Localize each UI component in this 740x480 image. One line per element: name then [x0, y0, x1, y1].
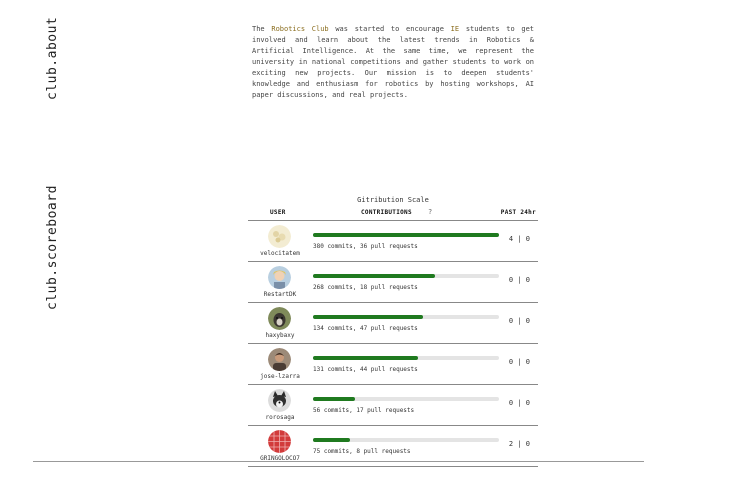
past-24hr-value: 0 | 0 — [508, 276, 530, 284]
contribution-bar — [313, 274, 499, 278]
about-paragraph: The Robotics Club was started to encoura… — [252, 24, 534, 101]
past-24hr-value: 2 | 0 — [508, 440, 530, 448]
husky-photo-avatar-icon — [268, 389, 291, 412]
avatar[interactable] — [268, 348, 291, 371]
ie-highlight: IE — [450, 25, 460, 33]
header-past-24hr: PAST 24hr — [500, 209, 536, 216]
contribution-bar-fill — [313, 438, 351, 442]
username[interactable]: RestartDK — [248, 291, 312, 298]
scoreboard-header: USER CONTRIBUTIONS ? PAST 24hr — [248, 207, 538, 221]
contribution-bar — [313, 233, 499, 237]
contribution-bar-fill — [313, 315, 423, 319]
contribution-stats: 380 commits, 36 pull requests — [313, 243, 418, 250]
past-24hr-value: 0 | 0 — [508, 317, 530, 325]
dog-photo-avatar-icon — [268, 307, 291, 330]
contribution-stats: 268 commits, 18 pull requests — [313, 284, 418, 291]
contribution-bar — [313, 438, 499, 442]
scoreboard-title: Gitribution Scale — [357, 196, 429, 204]
club-name: Robotics Club — [271, 25, 329, 33]
contribution-bar-fill — [313, 356, 419, 360]
avatar[interactable] — [268, 266, 291, 289]
red-pattern-avatar-icon — [268, 430, 291, 453]
table-row: jose-lzarra 131 commits, 44 pull request… — [248, 344, 538, 385]
avatar[interactable] — [268, 389, 291, 412]
past-24hr-value: 0 | 0 — [508, 399, 530, 407]
contribution-bar-fill — [313, 233, 499, 237]
avatar[interactable] — [268, 225, 291, 248]
about-text-middle: was started to encourage — [328, 25, 451, 33]
contribution-stats: 56 commits, 17 pull requests — [313, 407, 415, 414]
avatar[interactable] — [268, 430, 291, 453]
cartoon-blonde-avatar-icon — [268, 266, 291, 289]
light-pattern-avatar-icon — [268, 225, 291, 248]
table-row: RestartDK 268 commits, 18 pull requests … — [248, 262, 538, 303]
about-text-end: students to get involved and learn about… — [252, 25, 535, 99]
contribution-bar-fill — [313, 397, 355, 401]
contribution-stats: 134 commits, 47 pull requests — [313, 325, 418, 332]
avatar[interactable] — [268, 307, 291, 330]
contribution-bar-fill — [313, 274, 435, 278]
table-row: rorosaga 56 commits, 17 pull requests 0 … — [248, 385, 538, 426]
club-about-label: club.about — [45, 16, 60, 100]
table-row: velocitatem 380 commits, 36 pull request… — [248, 221, 538, 262]
username[interactable]: velocitatem — [248, 250, 312, 257]
username[interactable]: haxybaxy — [248, 332, 312, 339]
contribution-stats: 131 commits, 44 pull requests — [313, 366, 418, 373]
past-24hr-value: 4 | 0 — [508, 235, 530, 243]
club-scoreboard-label: club.scoreboard — [45, 185, 60, 310]
header-user: USER — [270, 209, 286, 216]
contribution-stats: 75 commits, 8 pull requests — [313, 448, 411, 455]
contribution-bar — [313, 315, 499, 319]
help-icon[interactable]: ? — [428, 208, 433, 216]
header-contributions: CONTRIBUTIONS — [361, 209, 412, 216]
bottom-divider — [33, 461, 644, 462]
username[interactable]: rorosaga — [248, 414, 312, 421]
about-text-start: The — [252, 25, 272, 33]
contribution-bar — [313, 356, 499, 360]
past-24hr-value: 0 | 0 — [508, 358, 530, 366]
scoreboard-table: USER CONTRIBUTIONS ? PAST 24hr velocitat… — [248, 207, 538, 467]
contribution-bar — [313, 397, 499, 401]
person-photo-avatar-icon — [268, 348, 291, 371]
table-row: haxybaxy 134 commits, 47 pull requests 0… — [248, 303, 538, 344]
username[interactable]: jose-lzarra — [248, 373, 312, 380]
